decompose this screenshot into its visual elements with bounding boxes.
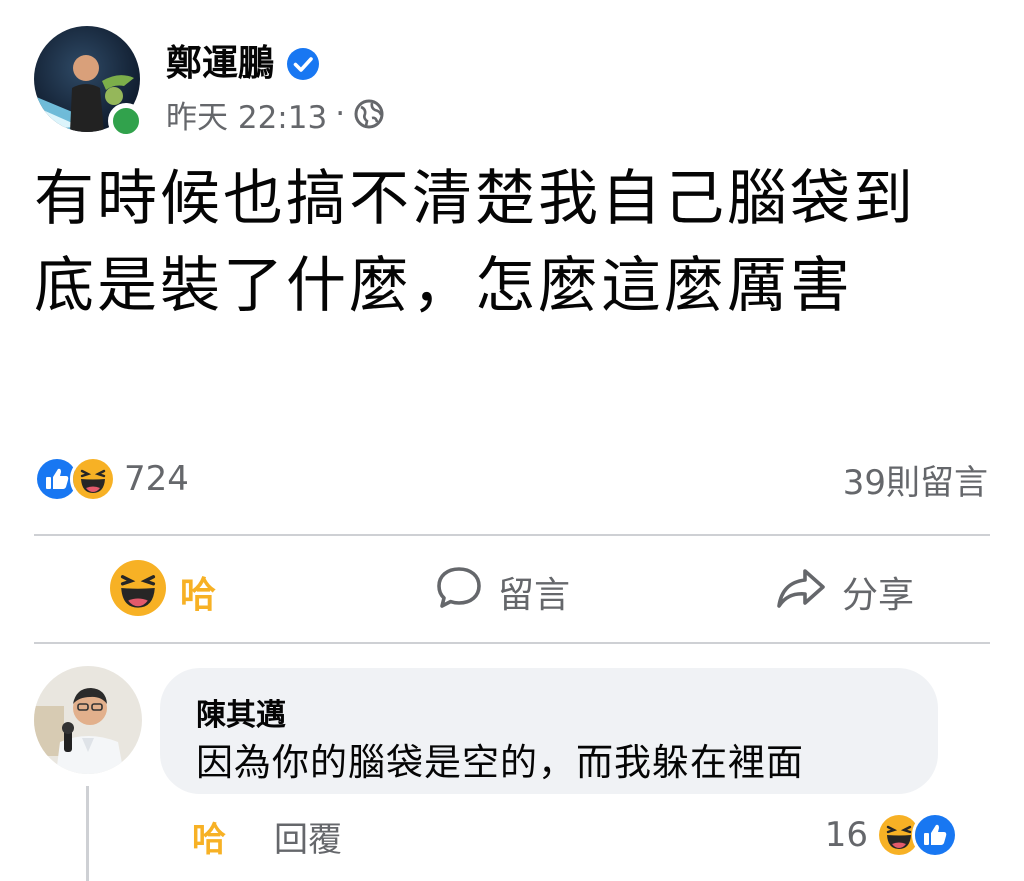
- comment-bubble-icon: [434, 563, 484, 622]
- share-button-label: 分享: [842, 575, 915, 616]
- share-arrow-icon: [774, 563, 828, 622]
- post-meta: 昨天 22:13 ·: [166, 92, 385, 136]
- haha-button-label: 哈: [180, 575, 217, 616]
- reaction-count: 724: [124, 459, 189, 499]
- share-button[interactable]: 分享: [774, 560, 914, 624]
- post-timestamp[interactable]: 昨天 22:13: [166, 92, 327, 137]
- reply-thread-line: [86, 786, 89, 881]
- reactions-summary[interactable]: 724: [34, 454, 189, 504]
- comment-text: 因為你的腦袋是空的，而我躲在裡面: [196, 741, 804, 784]
- comment-bubble: 陳其邁 因為你的腦袋是空的，而我躲在裡面: [160, 668, 938, 794]
- haha-button[interactable]: 哈: [110, 559, 217, 625]
- online-status-indicator: [108, 103, 144, 139]
- comment-button[interactable]: 留言: [434, 560, 570, 624]
- verified-badge-icon: [286, 47, 320, 81]
- author-row: 鄭運鵬: [166, 38, 320, 90]
- divider: [34, 534, 990, 536]
- comment-button-label: 留言: [498, 575, 571, 616]
- comment-count[interactable]: 39則留言: [843, 454, 988, 504]
- commenter-avatar[interactable]: [34, 666, 142, 774]
- comment-reactions[interactable]: 16: [825, 810, 958, 860]
- divider: [34, 642, 990, 644]
- comment-reaction-count: 16: [824, 815, 868, 855]
- comment-actions: 哈 回覆: [192, 812, 342, 860]
- post-text: 有時候也搞不清楚我自己腦袋到底是裝了什麼，怎麼這麼厲害: [34, 164, 916, 321]
- comment-reply-button[interactable]: 回覆: [274, 812, 342, 861]
- globe-icon[interactable]: [353, 98, 385, 130]
- facebook-post: 鄭運鵬 昨天 22:13 · 有時候也搞不清楚我自己腦袋到底是裝了什麼，怎麼這麼…: [0, 0, 1024, 881]
- haha-reaction-icon: [70, 456, 116, 502]
- comment-haha-button[interactable]: 哈: [192, 812, 226, 861]
- commenter-name[interactable]: 陳其邁: [196, 690, 286, 734]
- like-reaction-icon: [912, 812, 958, 858]
- author-name[interactable]: 鄭運鵬: [166, 46, 274, 82]
- meta-separator: ·: [335, 96, 346, 132]
- haha-icon: [110, 559, 166, 625]
